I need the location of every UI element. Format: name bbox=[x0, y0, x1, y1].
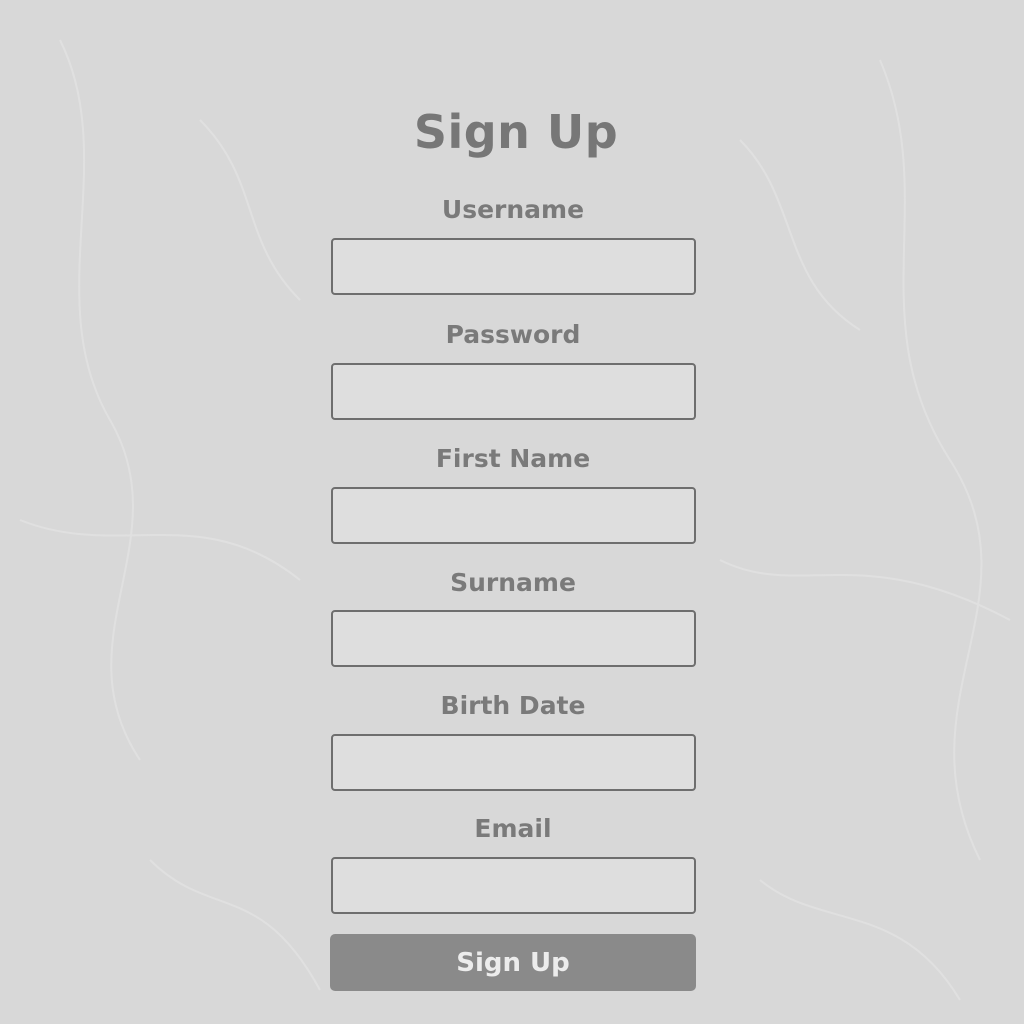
surname-label: Surname bbox=[450, 568, 576, 597]
first-name-input[interactable] bbox=[331, 487, 696, 544]
email-input[interactable] bbox=[331, 857, 696, 914]
username-label: Username bbox=[441, 195, 585, 224]
username-input[interactable] bbox=[331, 238, 696, 295]
birth-date-label: Birth Date bbox=[440, 691, 586, 720]
sign-up-button[interactable]: Sign Up bbox=[330, 934, 696, 991]
email-label: Email bbox=[474, 814, 552, 843]
surname-input[interactable] bbox=[331, 610, 696, 667]
page-title: Sign Up bbox=[413, 105, 619, 159]
first-name-label: First Name bbox=[435, 444, 591, 473]
password-label: Password bbox=[445, 320, 581, 349]
birth-date-input[interactable] bbox=[331, 734, 696, 791]
password-input[interactable] bbox=[331, 363, 696, 420]
